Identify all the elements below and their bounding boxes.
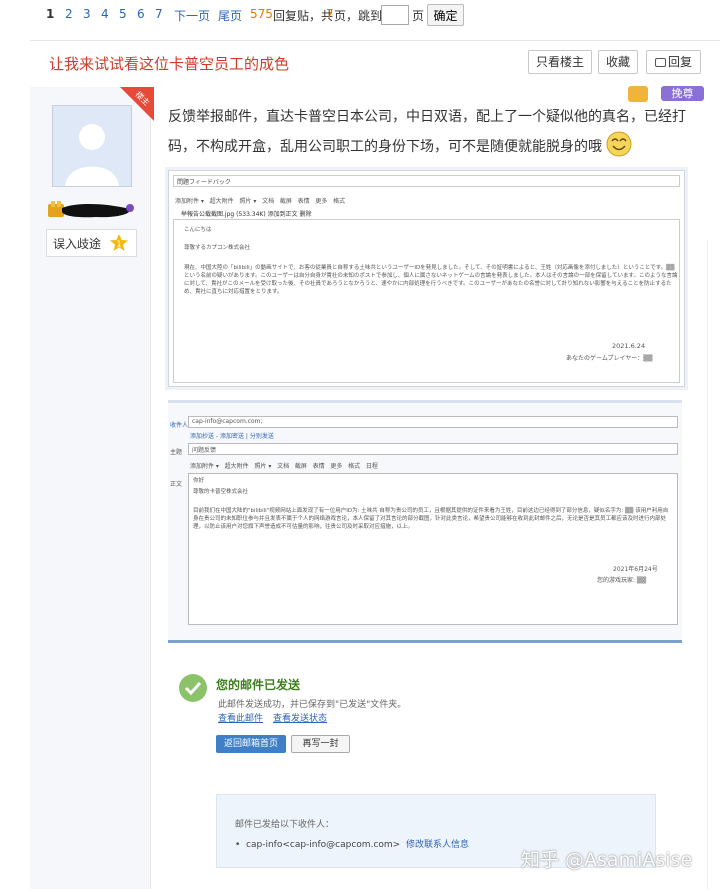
sent-title: 您的邮件已发送 <box>216 678 301 692</box>
level-number: 1 <box>116 240 121 249</box>
jp-tool-more[interactable]: 更多 <box>315 198 327 205</box>
post-content: 反馈举报邮件，直达卡普空日本公司，中日双语，配上了一个疑似他的真名，已经打码，不… <box>168 104 688 161</box>
reply-count-suffix: 回复贴，共 <box>273 9 334 23</box>
page-link-4[interactable]: 4 <box>101 7 109 21</box>
zhihu-watermark: 知乎 @AsamiAsise <box>521 849 693 871</box>
edit-contact-link[interactable]: 修改联系人信息 <box>406 840 469 850</box>
view-status-link[interactable]: 查看发送状态 <box>273 711 327 724</box>
cn-toolbar: 添加附件 ▾ 超大附件 照片 ▾ 文档 截屏 表情 更多 格式 日程 <box>190 463 378 470</box>
cn-tool-attach[interactable]: 添加附件 <box>190 463 214 470</box>
page-link-3[interactable]: 3 <box>83 7 91 21</box>
tag-badge[interactable]: 挽尊 <box>661 86 704 101</box>
jp-tool-format[interactable]: 格式 <box>333 198 345 205</box>
comment-icon <box>654 58 666 67</box>
page-link-2[interactable]: 2 <box>65 7 73 21</box>
jp-toolbar: 添加附件 ▾ 超大附件 照片 ▾ 文档 截屏 表情 更多 格式 <box>175 198 346 205</box>
jp-sign: あなたのゲームプレイヤー：▒▒ <box>566 355 653 362</box>
cn-tool-bigattach[interactable]: 超大附件 <box>225 463 249 470</box>
cn-tool-doc[interactable]: 文档 <box>277 463 289 470</box>
cn-subject-field[interactable]: 问题反馈 <box>188 443 678 455</box>
page-jump-input[interactable] <box>381 5 409 25</box>
cn-tool-screenshot[interactable]: 截屏 <box>295 463 307 470</box>
cn-cc-links[interactable]: 添加抄送 - 添加密送 | 分别发送 <box>190 431 274 440</box>
jp-body: 現在、中国大陸の「bilibili」の動画サイトで、お客の従業員と自称する土味共… <box>184 265 678 295</box>
avatar[interactable] <box>52 105 132 187</box>
page-unit-label: 页 <box>412 9 425 23</box>
sent-desc: 此邮件发送成功，并已保存到"已发送"文件夹。 <box>218 700 407 710</box>
cn-sign: 您的游戏玩家: ▒▒ <box>597 577 647 584</box>
cn-tool-photo[interactable]: 照片 <box>254 463 266 470</box>
cn-tool-more[interactable]: 更多 <box>330 463 342 470</box>
reply-button-label: 回复 <box>667 55 692 69</box>
jp-subject: 問題フィードバック <box>177 179 231 186</box>
jp-salutation: 尊敬するカプコン株式会社 <box>184 245 251 251</box>
email-screenshot-cn: 收件人 cap-info@capcom.com; 添加抄送 - 添加密送 | 分… <box>168 400 682 643</box>
cn-tool-emoji[interactable]: 表情 <box>313 463 325 470</box>
page-link-6[interactable]: 6 <box>137 7 145 21</box>
page-link-5[interactable]: 5 <box>119 7 127 21</box>
recipient-address: cap-info<cap-info@capcom.com> <box>246 840 401 850</box>
jp-tool-bigattach[interactable]: 超大附件 <box>210 198 234 205</box>
jp-greeting: こんにちは <box>184 227 212 233</box>
success-check-icon <box>179 674 207 702</box>
reply-count: 575 <box>250 7 273 21</box>
page-current: 1 <box>46 7 55 21</box>
level-star-icon: 1 <box>110 234 128 251</box>
cn-subject-label: 主题 <box>170 449 183 456</box>
cn-body-label: 正文 <box>170 481 183 488</box>
jp-tool-attach[interactable]: 添加附件 <box>175 198 199 205</box>
back-to-inbox-button[interactable]: 返回邮箱首页 <box>216 735 286 753</box>
jp-tool-screenshot[interactable]: 截屏 <box>280 198 292 205</box>
pagination-bar: 1 2 3 4 5 6 7 下一页 尾页 575 回复贴，共 7 页，跳到 页 … <box>0 0 720 30</box>
email-screenshot-jp: 問題フィードバック 添加附件 ▾ 超大附件 照片 ▾ 文档 截屏 表情 更多 格… <box>168 170 685 387</box>
cn-body-box[interactable]: 你好 尊敬的卡普空株式会社 目前我们在中国大陆的"bilibili"视频网站上面… <box>188 473 678 625</box>
redacted-username <box>48 201 134 218</box>
cn-date: 2021年6月24号 <box>613 566 658 573</box>
jump-label: 页，跳到 <box>334 9 383 23</box>
recipients-title: 邮件已发给以下收件人： <box>235 820 335 830</box>
only-owner-button[interactable]: 只看楼主 <box>528 50 592 74</box>
jump-confirm-button[interactable]: 确定 <box>427 4 464 26</box>
view-mail-link[interactable]: 查看此邮件 <box>218 711 263 724</box>
page-link-7[interactable]: 7 <box>155 7 163 21</box>
default-avatar-icon <box>53 106 131 186</box>
jp-body-box: こんにちは 尊敬するカプコン株式会社 現在、中国大陸の「bilibili」の動画… <box>173 219 680 383</box>
jp-tool-doc[interactable]: 文档 <box>262 198 274 205</box>
cn-salutation: 尊敬的卡普空株式会社 <box>193 489 249 495</box>
total-pages: 7 <box>326 7 334 21</box>
last-page-link[interactable]: 尾页 <box>218 7 242 24</box>
reply-button[interactable]: 回复 <box>646 50 701 74</box>
cn-greeting: 你好 <box>193 478 205 484</box>
right-divider <box>707 240 720 890</box>
next-page-link[interactable]: 下一页 <box>174 7 210 24</box>
cn-tool-calendar[interactable]: 日程 <box>366 463 378 470</box>
jp-attachment[interactable]: 举報告公载截图.jpg (533.34K) 添加到正文 删除 <box>181 209 312 218</box>
thread-title: 让我来试试看这位卡普空员工的成色 <box>49 55 290 73</box>
jp-tool-emoji[interactable]: 表情 <box>298 198 310 205</box>
cn-body: 目前我们在中国大陆的"bilibili"视频网站上面发现了有一位用户ID为: 土… <box>193 508 669 530</box>
cn-tool-format[interactable]: 格式 <box>348 463 360 470</box>
jp-tool-photo[interactable]: 照片 <box>239 198 251 205</box>
favorite-button[interactable]: 收藏 <box>598 50 638 74</box>
cn-to-field[interactable]: cap-info@capcom.com; <box>188 416 678 428</box>
level-name: 误入歧途 <box>53 237 102 251</box>
recipient-line: • cap-info<cap-info@capcom.com> 修改联系人信息 <box>235 840 469 850</box>
gift-icon <box>628 86 648 102</box>
thread-header: 让我来试试看这位卡普空员工的成色 只看楼主 收藏 回复 <box>30 40 720 87</box>
jp-date: 2021.6.24 <box>612 342 646 350</box>
cn-to-value: cap-info@capcom.com; <box>192 418 263 425</box>
write-again-button[interactable]: 再写一封 <box>291 735 350 753</box>
level-badge: 误入歧途 1 <box>46 229 137 257</box>
smile-emoji-icon <box>606 131 632 157</box>
cn-to-label: 收件人 <box>170 422 189 429</box>
cn-subject-value: 问题反馈 <box>192 447 217 454</box>
jp-subject-field: 問題フィードバック <box>173 175 680 187</box>
